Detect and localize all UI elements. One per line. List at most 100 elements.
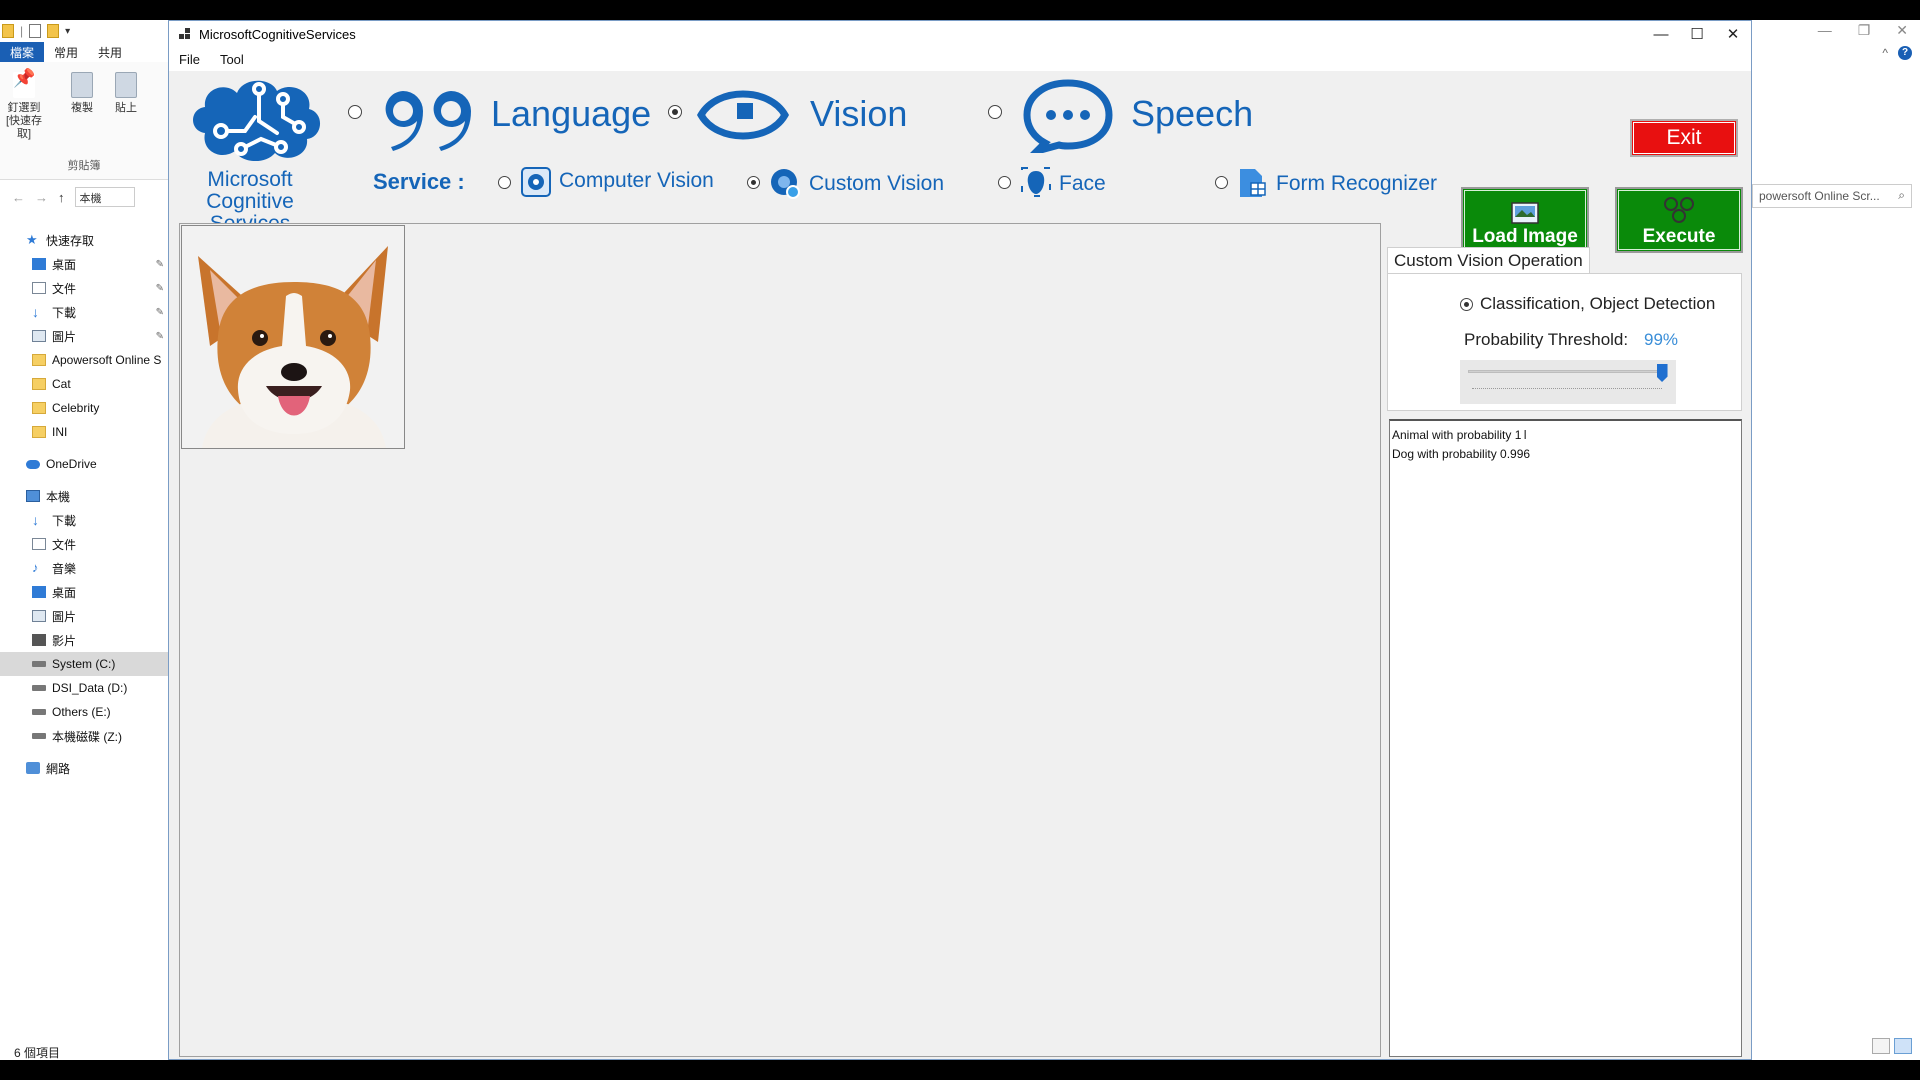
nav-drive-e[interactable]: Others (E:) bbox=[0, 700, 168, 724]
nav-folder-celebrity[interactable]: Celebrity bbox=[0, 396, 168, 420]
search-icon: ⌕ bbox=[1898, 188, 1905, 202]
drive-icon bbox=[32, 685, 46, 691]
nav-drive-c[interactable]: System (C:) bbox=[0, 652, 168, 676]
window-controls: — ☐ ✕ bbox=[1643, 21, 1751, 47]
loaded-image bbox=[181, 225, 405, 449]
ribbon-tabs: 檔案 常用 共用 bbox=[0, 42, 168, 62]
nav-label: 文件 bbox=[52, 537, 77, 552]
folder-icon[interactable] bbox=[2, 24, 14, 38]
ribbon-right-controls: ^ ? bbox=[1882, 46, 1912, 60]
radio-computer-vision[interactable] bbox=[498, 176, 511, 189]
nav-pc-desktop[interactable]: 桌面 bbox=[0, 580, 168, 604]
radio-form-recognizer[interactable] bbox=[1215, 176, 1228, 189]
cognitive-services-brain-logo bbox=[193, 80, 321, 162]
classification-detection-label[interactable]: Classification, Object Detection bbox=[1480, 294, 1715, 314]
service-label: Service : bbox=[373, 169, 465, 194]
nav-pictures[interactable]: 圖片 ✎ bbox=[0, 324, 168, 348]
large-icons-view-icon[interactable] bbox=[1894, 1038, 1912, 1054]
folder-icon bbox=[32, 354, 46, 366]
radio-custom-vision[interactable] bbox=[747, 176, 760, 189]
nav-label: 本機 bbox=[46, 489, 71, 504]
desktop-icon bbox=[32, 258, 46, 270]
properties-icon[interactable] bbox=[29, 24, 42, 38]
folder-icon bbox=[32, 378, 46, 390]
pin-quick-access-button[interactable]: 📌 釘選到[快速存取] bbox=[2, 69, 46, 141]
minimize-button[interactable]: — bbox=[1643, 21, 1679, 47]
address-crumb: 本機 bbox=[79, 193, 102, 205]
face-icon bbox=[1021, 167, 1051, 197]
nav-downloads[interactable]: ↓ 下載 ✎ bbox=[0, 300, 168, 324]
up-arrow-icon[interactable]: ↑ bbox=[58, 190, 65, 205]
nav-network[interactable]: 網路 bbox=[0, 756, 168, 780]
service-computer-vision-label[interactable]: Computer Vision bbox=[559, 169, 714, 193]
results-textbox[interactable]: Animal with probability 1I Dog with prob… bbox=[1389, 419, 1742, 1057]
category-language-label[interactable]: Language bbox=[491, 93, 651, 135]
nav-label: OneDrive bbox=[46, 457, 97, 471]
nav-folder-cat[interactable]: Cat bbox=[0, 372, 168, 396]
copy-button[interactable]: 複製 bbox=[60, 72, 104, 115]
address-box[interactable]: 本機 bbox=[74, 187, 135, 207]
gears-icon bbox=[1664, 197, 1694, 223]
forward-arrow-icon[interactable]: → bbox=[35, 190, 48, 205]
nav-drive-d[interactable]: DSI_Data (D:) bbox=[0, 676, 168, 700]
radio-vision[interactable] bbox=[668, 105, 682, 119]
radio-classification-detection[interactable] bbox=[1460, 298, 1473, 311]
new-folder-icon[interactable] bbox=[47, 24, 60, 38]
nav-documents[interactable]: 文件 ✎ bbox=[0, 276, 168, 300]
search-input[interactable]: powersoft Online Scr... ⌕ bbox=[1752, 184, 1912, 208]
qat-dropdown-icon[interactable]: ▾ bbox=[65, 26, 70, 37]
nav-onedrive[interactable]: OneDrive bbox=[0, 452, 168, 476]
nav-pc-pictures[interactable]: 圖片 bbox=[0, 604, 168, 628]
nav-label: 影片 bbox=[52, 633, 77, 648]
maximize-button[interactable]: ☐ bbox=[1679, 21, 1715, 47]
ribbon-tab-file[interactable]: 檔案 bbox=[0, 42, 45, 62]
slider-thumb[interactable] bbox=[1656, 364, 1668, 382]
nav-folder-apowersoft[interactable]: Apowersoft Online S bbox=[0, 348, 168, 372]
category-speech-label[interactable]: Speech bbox=[1131, 93, 1253, 135]
execute-button[interactable]: Execute bbox=[1615, 187, 1743, 253]
close-icon[interactable]: ✕ bbox=[1896, 22, 1908, 39]
category-vision-label[interactable]: Vision bbox=[810, 93, 907, 135]
copy-label: 複製 bbox=[71, 102, 93, 114]
minimize-icon[interactable]: — bbox=[1818, 22, 1832, 39]
star-icon: ★ bbox=[26, 232, 38, 247]
nav-label: 文件 bbox=[52, 281, 77, 296]
menu-tool[interactable]: Tool bbox=[210, 52, 254, 67]
radio-face[interactable] bbox=[998, 176, 1011, 189]
pin-icon: ✎ bbox=[155, 258, 164, 270]
text-cursor-icon: I bbox=[1523, 427, 1528, 442]
details-view-icon[interactable] bbox=[1872, 1038, 1890, 1054]
nav-pc-documents[interactable]: 文件 bbox=[0, 532, 168, 556]
back-arrow-icon[interactable]: ← bbox=[12, 190, 25, 205]
nav-drive-z[interactable]: 本機磁碟 (Z:) bbox=[0, 724, 168, 748]
restore-icon[interactable]: ❐ bbox=[1858, 22, 1871, 39]
collapse-ribbon-icon[interactable]: ^ bbox=[1882, 46, 1888, 60]
service-custom-vision-label[interactable]: Custom Vision bbox=[809, 172, 944, 196]
close-button[interactable]: ✕ bbox=[1715, 21, 1751, 47]
nav-label: 圖片 bbox=[52, 609, 77, 624]
nav-pc-videos[interactable]: 影片 bbox=[0, 628, 168, 652]
exit-button[interactable]: Exit bbox=[1630, 119, 1738, 157]
help-icon[interactable]: ? bbox=[1898, 46, 1912, 60]
menu-file[interactable]: File bbox=[169, 52, 210, 67]
threshold-slider[interactable] bbox=[1460, 360, 1676, 404]
nav-this-pc[interactable]: 本機 bbox=[0, 484, 168, 508]
drive-icon bbox=[32, 661, 46, 667]
service-face-label[interactable]: Face bbox=[1059, 172, 1106, 196]
nav-pc-music[interactable]: ♪ 音樂 bbox=[0, 556, 168, 580]
nav-folder-ini[interactable]: INI bbox=[0, 420, 168, 444]
load-image-button[interactable]: Load Image bbox=[1461, 187, 1589, 253]
slider-track[interactable] bbox=[1468, 370, 1664, 373]
ribbon-tab-home[interactable]: 常用 bbox=[44, 42, 88, 62]
paste-button[interactable]: 貼上 bbox=[104, 72, 148, 115]
service-form-recognizer-label[interactable]: Form Recognizer bbox=[1276, 172, 1437, 196]
nav-label: INI bbox=[52, 425, 68, 439]
radio-speech[interactable] bbox=[988, 105, 1002, 119]
nav-quick-access[interactable]: ★ 快速存取 bbox=[0, 228, 168, 252]
copy-icon bbox=[71, 72, 93, 98]
ribbon-tab-share[interactable]: 共用 bbox=[88, 42, 132, 62]
radio-language[interactable] bbox=[348, 105, 362, 119]
tab-custom-vision-operation[interactable]: Custom Vision Operation bbox=[1387, 247, 1590, 274]
nav-pc-downloads[interactable]: ↓ 下載 bbox=[0, 508, 168, 532]
nav-desktop[interactable]: 桌面 ✎ bbox=[0, 252, 168, 276]
